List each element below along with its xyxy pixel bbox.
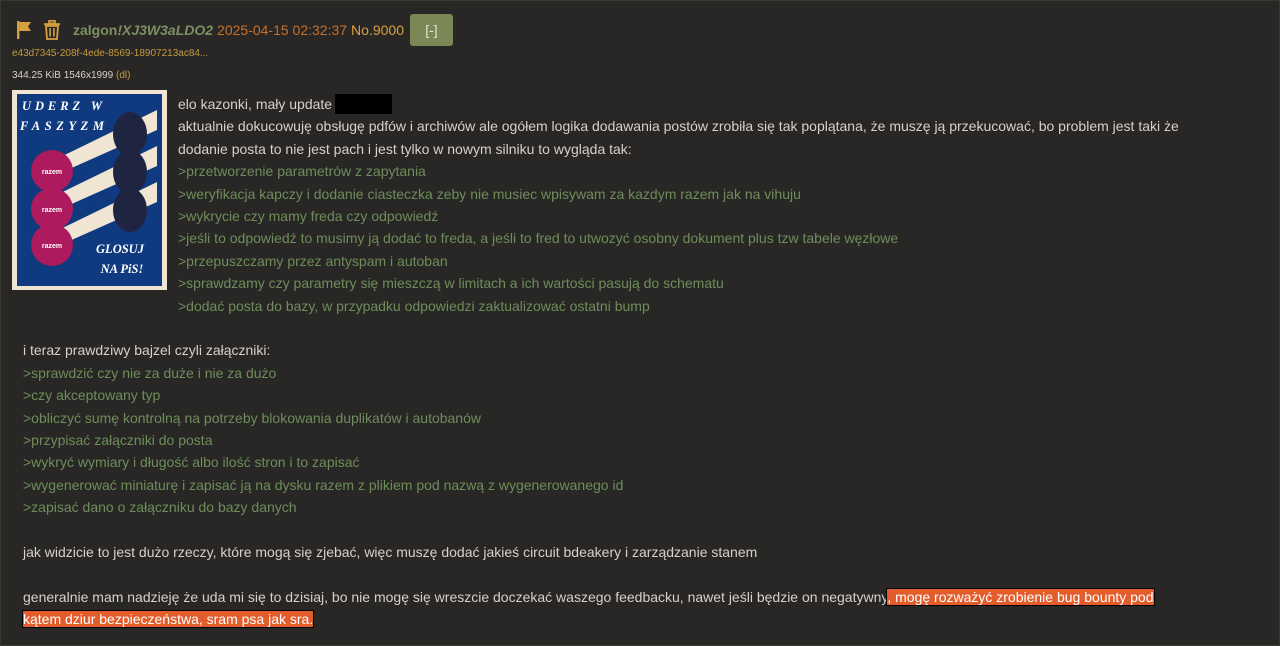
report-button[interactable] [13,19,35,41]
highlighted-text: kątem dziur bezpieczeństwa, sram psa jak… [23,611,314,628]
trash-icon [44,20,60,40]
greentext-line: >wykrycie czy mamy freda czy odpowiedź [178,208,439,225]
post-line: jak widzicie to jest dużo rzeczy, które … [23,544,758,561]
tripcode: !XJ3W3aLDO2 [117,22,214,38]
poster-name: zalgon!XJ3W3aLDO2 [73,22,214,38]
spoiler[interactable] [335,94,393,114]
hide-post-button[interactable]: [-] [409,14,453,46]
greentext-line: >przetworzenie parametrów z zapytania [178,163,426,180]
post-container: zalgon!XJ3W3aLDO2 2025-04-15 02:32:37 No… [0,0,1280,646]
greentext-line: >dodać posta do bazy, w przypadku odpowi… [178,297,650,314]
greentext-line: >przypisać załączniki do posta [23,432,213,449]
greentext-line: >czy akceptowany typ [23,387,161,404]
post-line: kątem dziur bezpieczeństwa, sram psa jak… [23,608,1183,630]
highlighted-text: , mogę rozważyć zrobienie bug bounty pod [887,588,1154,605]
delete-button[interactable] [41,19,63,41]
post-line: aktualnie dokucowuję obsługę pdfów i arc… [178,118,1179,135]
file-info: 344.25 KiB 1546x1999 (dl) [12,70,130,81]
post-body-first-block: elo kazonki, mały update aktualnie dokuc… [23,93,1183,317]
post-number-link[interactable]: No.9000 [351,22,404,38]
greentext-line: >przepuszczamy przez antyspam i autoban [178,252,448,269]
greentext-line: >wygenerować miniaturę i zapisać ją na d… [23,476,624,493]
post-body: elo kazonki, mały update aktualnie dokuc… [23,93,1183,631]
post-header: zalgon!XJ3W3aLDO2 2025-04-15 02:32:37 No… [13,13,453,47]
greentext-line: >weryfikacja kapczy i dodanie ciasteczka… [178,185,801,202]
post-line: i teraz prawdziwy bajzel czyli załącznik… [23,342,271,359]
post-line: generalnie mam nadzieję że uda mi się to… [23,588,1154,605]
greentext-line: >obliczyć sumę kontrolną na potrzeby blo… [23,409,481,426]
greentext-line: >wykryć wymiary i długość albo ilość str… [23,454,360,471]
post-line: dodanie posta to nie jest pach i jest ty… [178,140,632,157]
file-name-link[interactable]: e43d7345-208f-4ede-8569-18907213ac84... [12,48,208,59]
download-link[interactable]: (dl) [116,70,130,81]
post-line: elo kazonki, mały update [178,93,1183,115]
file-size-dimensions: 344.25 KiB 1546x1999 [12,70,114,81]
greentext-line: >sprawdzamy czy parametry się mieszczą w… [178,275,724,292]
flag-icon [17,21,31,39]
greentext-line: >zapisać dano o załączniku do bazy danyc… [23,499,297,516]
post-date: 2025-04-15 02:32:37 [217,22,348,38]
greentext-line: >sprawdzić czy nie za duże i nie za dużo [23,364,277,381]
greentext-line: >jeśli to odpowiedź to musimy ją dodać t… [178,230,899,247]
